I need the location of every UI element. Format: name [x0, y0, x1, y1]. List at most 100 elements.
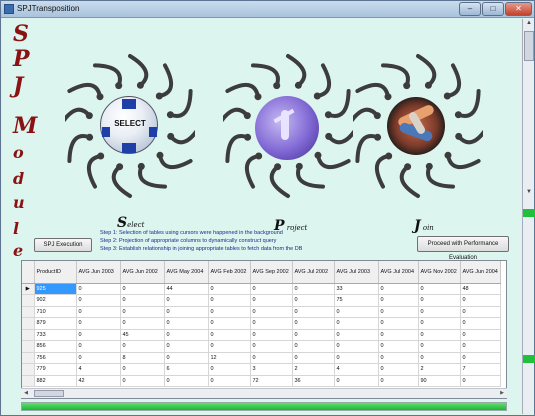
table-cell[interactable]: 0 — [208, 375, 251, 387]
row-selector[interactable] — [22, 294, 35, 307]
table-cell[interactable]: 44 — [164, 283, 209, 295]
table-cell[interactable]: 90 — [418, 375, 461, 387]
table-cell[interactable]: 0 — [250, 317, 293, 330]
table-cell[interactable]: 0 — [164, 294, 209, 307]
table-cell[interactable]: 0 — [460, 294, 501, 307]
table-cell[interactable]: 0 — [378, 375, 419, 387]
table-row[interactable]: 710 0 0 0 0 0 0 0 0 0 0 — [22, 306, 501, 318]
title-bar[interactable]: SPJTransposition – □ ✕ — [1, 1, 534, 18]
table-cell[interactable]: 2 — [418, 363, 461, 376]
table-cell[interactable]: 0 — [292, 294, 335, 307]
table-cell[interactable]: 45 — [120, 329, 165, 341]
table-cell[interactable]: 0 — [120, 306, 165, 318]
table-cell[interactable]: 0 — [292, 329, 335, 341]
table-cell[interactable]: 0 — [418, 283, 461, 295]
table-cell[interactable]: 0 — [208, 283, 251, 295]
table-cell[interactable]: 42 — [76, 375, 121, 387]
table-cell[interactable]: 0 — [460, 306, 501, 318]
table-cell[interactable]: 0 — [334, 352, 379, 364]
table-cell[interactable]: 779 — [34, 363, 77, 376]
table-cell[interactable]: 0 — [292, 352, 335, 364]
table-cell[interactable]: 0 — [334, 375, 379, 387]
table-cell[interactable]: 0 — [460, 375, 501, 387]
table-cell[interactable]: 0 — [76, 294, 121, 307]
table-cell[interactable]: 0 — [120, 294, 165, 307]
horizontal-scrollbar[interactable]: ◀ ▶ — [21, 388, 507, 398]
table-cell[interactable]: 0 — [208, 317, 251, 330]
table-cell[interactable]: 0 — [76, 329, 121, 341]
table-cell[interactable]: 0 — [460, 317, 501, 330]
table-cell[interactable]: 0 — [378, 329, 419, 341]
table-cell[interactable]: 0 — [292, 317, 335, 330]
table-row[interactable]: 902 0 0 0 0 0 0 75 0 0 0 — [22, 294, 501, 307]
table-cell[interactable]: 0 — [76, 340, 121, 353]
table-cell[interactable]: 0 — [76, 283, 121, 295]
column-header[interactable]: AVG Jun 2002 — [120, 261, 165, 284]
table-cell[interactable]: 925 — [34, 283, 77, 295]
table-cell[interactable]: 0 — [334, 340, 379, 353]
table-cell[interactable]: 0 — [334, 329, 379, 341]
table-cell[interactable]: 0 — [164, 340, 209, 353]
table-cell[interactable]: 36 — [292, 375, 335, 387]
table-cell[interactable]: 3 — [250, 363, 293, 376]
table-cell[interactable]: 12 — [208, 352, 251, 364]
table-cell[interactable]: 0 — [120, 283, 165, 295]
table-cell[interactable]: 0 — [120, 375, 165, 387]
scroll-right-icon[interactable]: ▶ — [497, 389, 507, 398]
table-cell[interactable]: 710 — [34, 306, 77, 318]
column-header[interactable]: AVG Nov 2002 — [418, 261, 461, 284]
table-cell[interactable]: 0 — [208, 363, 251, 376]
table-cell[interactable]: 48 — [460, 283, 501, 295]
scroll-down-icon[interactable]: ▼ — [524, 189, 534, 199]
table-cell[interactable]: 0 — [418, 317, 461, 330]
table-row[interactable]: 733 0 45 0 0 0 0 0 0 0 0 — [22, 329, 501, 341]
table-cell[interactable]: 0 — [460, 352, 501, 364]
table-cell[interactable]: 75 — [334, 294, 379, 307]
column-header[interactable]: ProductID — [34, 261, 77, 284]
row-selector[interactable] — [22, 352, 35, 364]
table-cell[interactable]: 0 — [334, 317, 379, 330]
table-cell[interactable]: 0 — [250, 352, 293, 364]
table-cell[interactable]: 0 — [250, 306, 293, 318]
vertical-scrollbar[interactable]: ▲ ▼ — [522, 19, 535, 414]
table-cell[interactable]: 733 — [34, 329, 77, 341]
table-cell[interactable]: 72 — [250, 375, 293, 387]
table-cell[interactable]: 756 — [34, 352, 77, 364]
table-cell[interactable]: 0 — [164, 352, 209, 364]
table-cell[interactable]: 0 — [292, 306, 335, 318]
table-cell[interactable]: 0 — [120, 363, 165, 376]
table-cell[interactable]: 0 — [250, 340, 293, 353]
table-cell[interactable]: 0 — [250, 294, 293, 307]
column-header[interactable]: AVG Feb 2002 — [208, 261, 251, 284]
table-cell[interactable]: 0 — [418, 352, 461, 364]
column-header[interactable]: AVG Jun 2003 — [76, 261, 121, 284]
proceed-evaluation-button[interactable]: Proceed with Performance Evaluation — [417, 236, 509, 261]
table-cell[interactable]: 0 — [164, 306, 209, 318]
table-cell[interactable]: 0 — [418, 340, 461, 353]
table-cell[interactable]: 0 — [164, 329, 209, 341]
table-cell[interactable]: 0 — [250, 329, 293, 341]
table-cell[interactable]: 0 — [120, 317, 165, 330]
table-row[interactable]: 879 0 0 0 0 0 0 0 0 0 0 — [22, 317, 501, 330]
column-header[interactable]: AVG Sep 2002 — [250, 261, 293, 284]
column-header[interactable]: AVG Jul 2003 — [334, 261, 379, 284]
table-cell[interactable]: 0 — [378, 363, 419, 376]
table-cell[interactable]: 0 — [460, 340, 501, 353]
table-cell[interactable]: 0 — [292, 283, 335, 295]
table-cell[interactable]: 0 — [76, 306, 121, 318]
table-cell[interactable]: 0 — [208, 294, 251, 307]
table-cell[interactable]: 0 — [418, 329, 461, 341]
table-cell[interactable]: 4 — [334, 363, 379, 376]
table-row[interactable]: 856 0 0 0 0 0 0 0 0 0 0 — [22, 340, 501, 353]
row-selector[interactable] — [22, 306, 35, 318]
table-cell[interactable]: 7 — [460, 363, 501, 376]
spj-execution-button[interactable]: SPJ Execution — [34, 238, 92, 252]
scroll-up-icon[interactable]: ▲ — [524, 20, 534, 30]
table-cell[interactable]: 0 — [292, 340, 335, 353]
table-row[interactable]: 779 4 0 6 0 3 2 4 0 2 7 — [22, 363, 501, 376]
maximize-button[interactable]: □ — [482, 2, 504, 16]
table-row[interactable]: 882 42 0 0 0 72 36 0 0 90 0 — [22, 375, 501, 387]
column-header[interactable]: AVG Jul 2004 — [378, 261, 419, 284]
close-button[interactable]: ✕ — [505, 2, 532, 16]
row-selector[interactable] — [22, 317, 35, 330]
